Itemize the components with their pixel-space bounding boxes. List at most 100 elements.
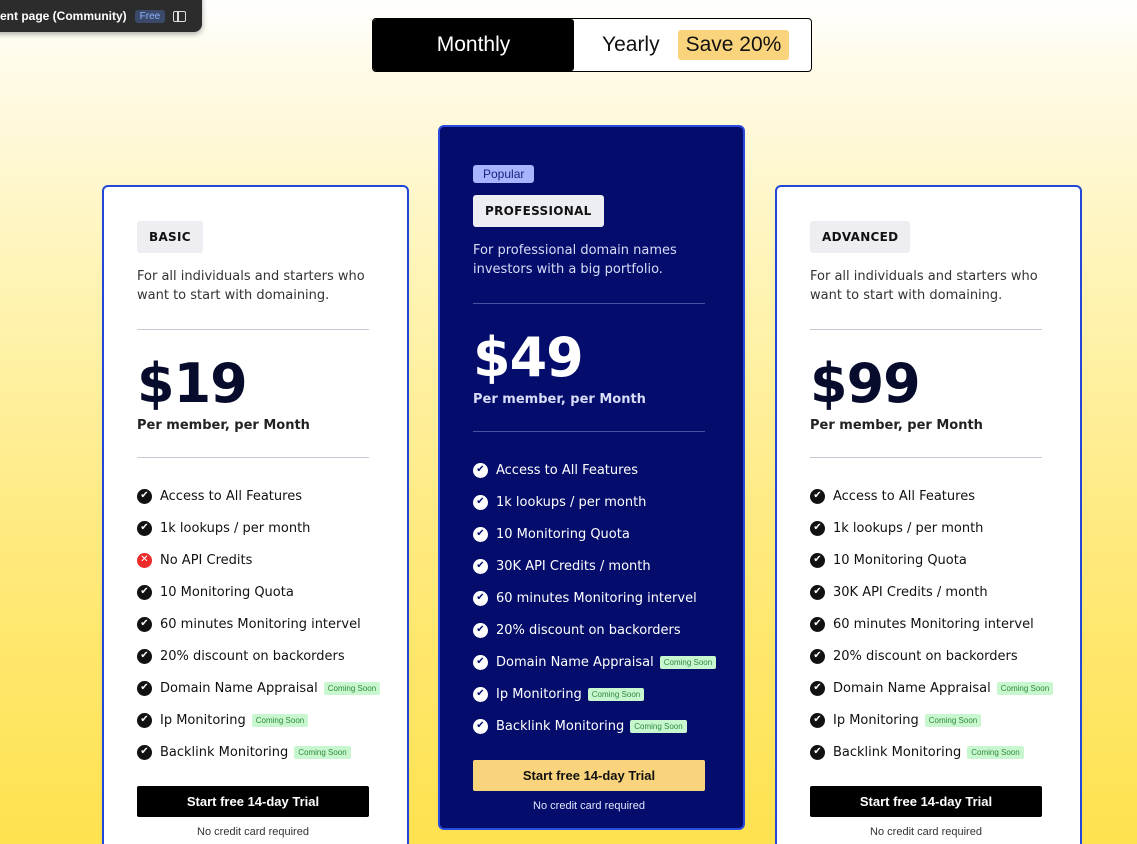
feature-text: 60 minutes Monitoring intervel (833, 616, 1034, 632)
price-period: Per member, per Month (810, 418, 983, 433)
check-circle-icon: ✔ (473, 622, 488, 638)
feature-text: 10 Monitoring Quota (496, 526, 630, 542)
no-card-note: No credit card required (870, 826, 982, 838)
feature-text: Ip Monitoring (160, 712, 246, 728)
feature-text: 60 minutes Monitoring intervel (496, 590, 697, 606)
no-card-note: No credit card required (197, 826, 309, 838)
feature-list: ✔ Access to All Features ✔ 1k lookups / per… (810, 480, 1054, 768)
feature-text: 10 Monitoring Quota (160, 584, 294, 600)
feature-text: No API Credits (160, 552, 253, 568)
feature-item: ✔ Access to All Features (137, 480, 374, 512)
check-circle-icon: ✔ (810, 488, 825, 504)
coming-soon-badge: Coming Soon (996, 681, 1054, 695)
tier-label: ADVANCED (810, 221, 911, 253)
check-circle-icon: ✔ (810, 552, 825, 568)
start-trial-button[interactable]: Start free 14-day Trial (810, 786, 1042, 817)
coming-soon-badge: Coming Soon (924, 713, 982, 727)
feature-item: ✔ Backlink Monitoring Coming Soon (137, 736, 374, 768)
feature-text: 20% discount on backorders (496, 622, 681, 638)
feature-text: Ip Monitoring (833, 712, 919, 728)
check-circle-icon: ✔ (810, 520, 825, 536)
plan-card-advanced: ADVANCED For all individuals and starter… (775, 185, 1082, 844)
feature-item: ✔ 10 Monitoring Quota (473, 518, 710, 550)
plan-description: For all individuals and starters who wan… (137, 269, 365, 303)
feature-item: ✔ Access to All Features (810, 480, 1047, 512)
check-circle-icon: ✔ (473, 686, 488, 702)
check-circle-icon: ✔ (137, 520, 152, 536)
feature-item: ✔ Ip Monitoring Coming Soon (810, 704, 1047, 736)
check-circle-icon: ✔ (137, 648, 152, 664)
feature-item: ✔ 1k lookups / per month (137, 512, 374, 544)
check-circle-icon: ✔ (137, 488, 152, 504)
feature-item: ✔ Backlink Monitoring Coming Soon (473, 710, 710, 742)
check-circle-icon: ✔ (810, 712, 825, 728)
feature-text: Backlink Monitoring (160, 744, 289, 760)
feature-item: ✔ Domain Name Appraisal Coming Soon (473, 646, 717, 678)
check-circle-icon: ✔ (473, 462, 488, 478)
feature-item: ✔ 1k lookups / per month (810, 512, 1047, 544)
coming-soon-badge: Coming Soon (294, 745, 351, 759)
feature-text: Access to All Features (833, 488, 975, 504)
file-title[interactable]: ent page (Community) (0, 9, 127, 23)
feature-text: 20% discount on backorders (833, 648, 1018, 664)
coming-soon-badge: Coming Soon (251, 713, 309, 727)
check-circle-icon: ✔ (810, 744, 825, 760)
feature-text: Ip Monitoring (496, 686, 582, 702)
feature-text: Domain Name Appraisal (833, 680, 991, 696)
price-period: Per member, per Month (473, 392, 646, 407)
check-circle-icon: ✔ (473, 654, 488, 670)
editor-topbar: ent page (Community) Free (0, 0, 202, 32)
divider (473, 431, 705, 432)
feature-text: 10 Monitoring Quota (833, 552, 967, 568)
price-period: Per member, per Month (137, 418, 310, 433)
divider (137, 457, 369, 458)
feature-text: Access to All Features (496, 462, 638, 478)
feature-item: ✔ 60 minutes Monitoring intervel (810, 608, 1047, 640)
check-circle-icon: ✔ (137, 584, 152, 600)
check-circle-icon: ✔ (810, 584, 825, 600)
feature-item: ✔ 20% discount on backorders (137, 640, 374, 672)
feature-text: 20% discount on backorders (160, 648, 345, 664)
feature-item: ✔ Domain Name Appraisal Coming Soon (137, 672, 381, 704)
feature-item: ✔ Access to All Features (473, 454, 710, 486)
popular-badge: Popular (473, 165, 535, 183)
panel-toggle-icon[interactable] (173, 10, 187, 22)
feature-item: ✔ 30K API Credits / month (473, 550, 710, 582)
check-circle-icon: ✔ (473, 558, 488, 574)
plan-badge: Free (134, 9, 166, 23)
divider (810, 329, 1042, 330)
feature-text: Domain Name Appraisal (160, 680, 318, 696)
feature-item: ✔ 60 minutes Monitoring intervel (473, 582, 710, 614)
start-trial-button[interactable]: Start free 14-day Trial (473, 760, 705, 791)
feature-text: Domain Name Appraisal (496, 654, 654, 670)
feature-text: Backlink Monitoring (833, 744, 962, 760)
monthly-option[interactable]: Monthly (373, 19, 574, 71)
feature-item: ✔ 10 Monitoring Quota (137, 576, 374, 608)
feature-list: ✔ Access to All Features ✔ 1k lookups / per… (137, 480, 381, 768)
feature-item: ✔ Ip Monitoring Coming Soon (137, 704, 374, 736)
feature-text: 30K API Credits / month (496, 558, 651, 574)
coming-soon-badge: Coming Soon (587, 687, 645, 701)
coming-soon-badge: Coming Soon (323, 681, 381, 695)
feature-item: ✔ 20% discount on backorders (473, 614, 710, 646)
divider (810, 457, 1042, 458)
feature-item: ✔ 20% discount on backorders (810, 640, 1047, 672)
tier-label: PROFESSIONAL (473, 195, 604, 227)
feature-text: 1k lookups / per month (496, 494, 647, 510)
divider (473, 303, 705, 304)
feature-item: ✔ 1k lookups / per month (473, 486, 710, 518)
start-trial-button[interactable]: Start free 14-day Trial (137, 786, 369, 817)
yearly-option[interactable]: Yearly Save 20% (574, 19, 811, 71)
feature-item: ✔ 60 minutes Monitoring intervel (137, 608, 374, 640)
coming-soon-badge: Coming Soon (659, 655, 717, 669)
check-circle-icon: ✔ (137, 680, 152, 696)
tier-label: BASIC (137, 221, 203, 253)
feature-item: ✔ Domain Name Appraisal Coming Soon (810, 672, 1054, 704)
feature-item: ✔ Ip Monitoring Coming Soon (473, 678, 710, 710)
plan-price: $99 (810, 352, 921, 415)
plan-price: $19 (137, 352, 248, 415)
coming-soon-badge: Coming Soon (630, 719, 687, 733)
x-circle-icon: ✕ (137, 552, 152, 568)
feature-text: 1k lookups / per month (833, 520, 984, 536)
billing-toggle: Monthly Yearly Save 20% (372, 18, 812, 72)
